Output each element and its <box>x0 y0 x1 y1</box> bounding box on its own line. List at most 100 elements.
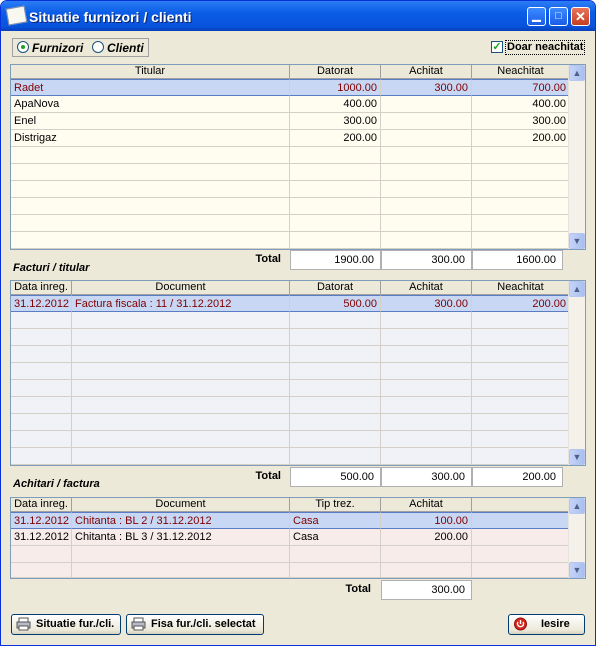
cell-neachitat: 200.00 <box>472 295 570 312</box>
table-row[interactable]: ApaNova 400.00 400.00 <box>11 96 570 113</box>
empty-row <box>11 232 570 249</box>
facturi-section-label: Facturi / titular <box>13 262 90 274</box>
radio-furnizori[interactable] <box>17 41 29 53</box>
fisa-button-label: Fisa fur./cli. selectat <box>151 618 256 630</box>
main-window: Situatie furnizori / clienti ▁ □ ✕ Furni… <box>0 0 596 646</box>
unpaid-only-label[interactable]: Doar neachitat <box>505 40 586 55</box>
cell-neachitat: 200.00 <box>472 130 570 147</box>
close-icon[interactable]: ✕ <box>571 7 590 26</box>
table-row[interactable]: 31.12.2012 Chitanta : BL 2 / 31.12.2012 … <box>11 512 570 529</box>
fisa-button[interactable]: Fisa fur./cli. selectat <box>126 614 264 635</box>
grid1-total-label: Total <box>255 253 281 265</box>
cell-titular: Distrigaz <box>11 130 290 147</box>
unpaid-only-checkbox[interactable]: ✓ <box>491 41 503 53</box>
cell-tip-trez: Casa <box>290 529 381 546</box>
scroll-up-icon[interactable]: ▲ <box>569 65 585 81</box>
col-header-neachitat[interactable]: Neachitat <box>472 65 570 79</box>
cell-empty <box>472 512 570 529</box>
cell-document: Factura fiscala : 11 / 31.12.2012 <box>72 295 290 312</box>
table-row[interactable]: Distrigaz 200.00 200.00 <box>11 130 570 147</box>
cell-titular: ApaNova <box>11 96 290 113</box>
col-header-document[interactable]: Document <box>72 281 290 295</box>
empty-row <box>11 397 570 414</box>
scroll-up-icon[interactable]: ▲ <box>569 281 585 297</box>
window-title: Situatie furnizori / clienti <box>29 9 192 25</box>
empty-row <box>11 164 570 181</box>
situatie-button-label: Situatie fur./cli. <box>36 618 115 630</box>
power-icon <box>514 617 527 631</box>
cell-data-inreg: 31.12.2012 <box>11 529 72 546</box>
cell-titular: Radet <box>11 79 290 96</box>
maximize-icon[interactable]: □ <box>549 7 568 26</box>
table-row[interactable]: Enel 300.00 300.00 <box>11 113 570 130</box>
cell-data-inreg: 31.12.2012 <box>11 512 72 529</box>
radio-clienti[interactable] <box>92 41 104 53</box>
col-header-achitat[interactable]: Achitat <box>381 498 472 512</box>
cell-neachitat: 700.00 <box>472 79 570 96</box>
scroll-down-icon[interactable]: ▼ <box>569 449 585 465</box>
title-bar[interactable]: Situatie furnizori / clienti ▁ □ ✕ <box>1 1 595 31</box>
radio-clienti-label[interactable]: Clienti <box>107 41 144 55</box>
empty-row <box>11 546 570 563</box>
minimize-icon[interactable]: ▁ <box>527 7 546 26</box>
empty-row <box>11 346 570 363</box>
grid1-total-achitat: 300.00 <box>381 250 472 270</box>
col-header-data-inreg[interactable]: Data inreg. <box>11 281 72 295</box>
empty-row <box>11 414 570 431</box>
col-header-titular[interactable]: Titular <box>11 65 290 79</box>
empty-row <box>11 329 570 346</box>
cell-document: Chitanta : BL 2 / 31.12.2012 <box>72 512 290 529</box>
col-header-neachitat[interactable]: Neachitat <box>472 281 570 295</box>
col-header-datorat[interactable]: Datorat <box>290 65 381 79</box>
cell-datorat: 500.00 <box>290 295 381 312</box>
printer-icon <box>16 617 31 631</box>
achitari-section-label: Achitari / factura <box>13 478 100 490</box>
grid2-scrollbar[interactable]: ▲ ▼ <box>568 281 585 465</box>
cell-data-inreg: 31.12.2012 <box>11 295 72 312</box>
iesire-button[interactable]: Iesire <box>508 614 585 635</box>
cell-achitat: 200.00 <box>381 529 472 546</box>
table-row[interactable]: 31.12.2012 Chitanta : BL 3 / 31.12.2012 … <box>11 529 570 546</box>
cell-document: Chitanta : BL 3 / 31.12.2012 <box>72 529 290 546</box>
app-icon <box>5 5 28 26</box>
empty-row <box>11 147 570 164</box>
empty-row <box>11 431 570 448</box>
col-header-datorat[interactable]: Datorat <box>290 281 381 295</box>
col-header-achitat[interactable]: Achitat <box>381 281 472 295</box>
table-row[interactable]: Radet 1000.00 300.00 700.00 <box>11 79 570 96</box>
grid2-total-datorat: 500.00 <box>290 467 381 487</box>
scroll-down-icon[interactable]: ▼ <box>569 233 585 249</box>
grid1-total-datorat: 1900.00 <box>290 250 381 270</box>
cell-titular: Enel <box>11 113 290 130</box>
cell-achitat <box>381 113 472 130</box>
scroll-up-icon[interactable]: ▲ <box>569 498 585 514</box>
empty-row <box>11 312 570 329</box>
facturi-grid[interactable]: Data inreg. Document Datorat Achitat Nea… <box>10 280 586 466</box>
situatie-button[interactable]: Situatie fur./cli. <box>11 614 121 635</box>
grid3-scrollbar[interactable]: ▲ ▼ <box>568 498 585 578</box>
achitari-grid[interactable]: Data inreg. Document Tip trez. Achitat 3… <box>10 497 586 579</box>
content-area: Furnizori Clienti ✓ Doar neachitat Titul… <box>5 31 591 643</box>
titular-grid[interactable]: Titular Datorat Achitat Neachitat Radet … <box>10 64 586 250</box>
col-header-document[interactable]: Document <box>72 498 290 512</box>
empty-row <box>11 198 570 215</box>
empty-row <box>11 181 570 198</box>
grid3-total-label: Total <box>345 583 371 595</box>
grid1-total-neachitat: 1600.00 <box>472 250 563 270</box>
grid2-total-achitat: 300.00 <box>381 467 472 487</box>
cell-achitat <box>381 130 472 147</box>
empty-row <box>11 215 570 232</box>
radio-furnizori-label[interactable]: Furnizori <box>32 41 83 55</box>
col-header-tip-trez[interactable]: Tip trez. <box>290 498 381 512</box>
empty-row <box>11 380 570 397</box>
scroll-down-icon[interactable]: ▼ <box>569 562 585 578</box>
col-header-achitat[interactable]: Achitat <box>381 65 472 79</box>
table-row[interactable]: 31.12.2012 Factura fiscala : 11 / 31.12.… <box>11 295 570 312</box>
cell-empty <box>472 529 570 546</box>
cell-datorat: 200.00 <box>290 130 381 147</box>
grid3-total-achitat: 300.00 <box>381 580 472 600</box>
cell-datorat: 300.00 <box>290 113 381 130</box>
cell-datorat: 400.00 <box>290 96 381 113</box>
grid1-scrollbar[interactable]: ▲ ▼ <box>568 65 585 249</box>
col-header-data-inreg[interactable]: Data inreg. <box>11 498 72 512</box>
